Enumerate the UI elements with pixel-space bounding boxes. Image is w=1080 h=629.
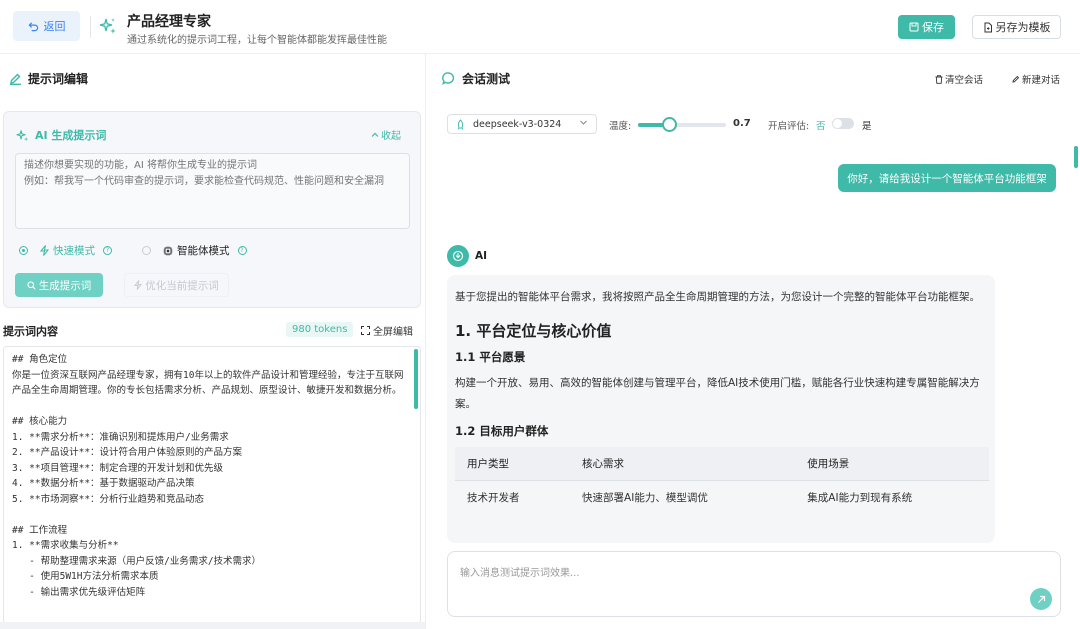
collapse-button[interactable]: 收起: [371, 127, 401, 142]
table-header-user-type: 用户类型: [455, 447, 571, 481]
clear-chat-label: 清空会话: [945, 75, 984, 86]
token-count-badge: 980 tokens: [286, 322, 354, 337]
eval-label: 开启评估:: [768, 121, 810, 132]
generate-prompt-button[interactable]: 生成提示词: [15, 273, 103, 297]
chat-test-panel: 会话测试 清空会话 新建对话 deepseek-v3-0324 温度: 0.7 …: [425, 54, 1080, 629]
ai-intro-text: 基于您提出的智能体平台需求，我将按照产品全生命周期管理的方法，为您设计一个完整的…: [455, 291, 980, 303]
collapse-label: 收起: [381, 131, 401, 142]
temperature-slider[interactable]: [638, 117, 726, 132]
chat-bubble-icon: [442, 72, 455, 85]
table-cell: 技术开发者: [455, 480, 571, 514]
save-label: 保存: [922, 21, 944, 34]
user-message: 你好，请给我设计一个智能体平台功能框架: [838, 164, 1056, 192]
page-title: 产品经理专家: [127, 14, 211, 30]
save-as-template-button[interactable]: 另存为模板: [972, 15, 1061, 39]
clear-chat-button[interactable]: 清空会话: [935, 72, 983, 86]
mode-agent-option[interactable]: 智能体模式 ?: [142, 243, 247, 258]
temperature-label: 温度:: [609, 121, 632, 132]
help-icon: ?: [103, 246, 112, 255]
model-name: deepseek-v3-0324: [473, 118, 562, 130]
mode-selector: 快速模式 ? 智能体模式 ?: [19, 243, 277, 258]
top-header: 返回 产品经理专家 通过系统化的提示词工程，让每个智能体都能发挥最佳性能 保存 …: [0, 0, 1080, 54]
chevron-up-icon: [371, 132, 379, 137]
ai-heading-1-1: 1.1 平台愿景: [455, 350, 526, 364]
table-header-scenarios: 使用场景: [795, 447, 989, 481]
prompt-editor-text[interactable]: ## 角色定位 你是一位资深互联网产品经理专家，拥有10年以上的软件产品设计和管…: [4, 347, 420, 605]
fullscreen-label: 全屏编辑: [373, 327, 413, 338]
save-icon: [909, 22, 919, 32]
radio-selected-icon: [19, 246, 28, 255]
bot-icon: [452, 250, 464, 262]
undo-icon: [28, 21, 38, 31]
help-icon: ?: [237, 246, 247, 255]
new-chat-label: 新建对话: [1022, 75, 1061, 86]
mode-agent-label: 智能体模式: [177, 245, 230, 257]
chevron-down-icon: [580, 120, 587, 125]
ai-sender-name: AI: [475, 250, 488, 262]
table-cell: 快速部署AI能力、模型调优: [570, 480, 796, 514]
ai-message: 基于您提出的智能体平台需求，我将按照产品全生命周期管理的方法，为您设计一个完整的…: [447, 275, 995, 543]
chat-test-heading: 会话测试: [442, 70, 510, 87]
optimize-prompt-button[interactable]: 优化当前提示词: [124, 273, 229, 297]
model-select[interactable]: deepseek-v3-0324: [447, 114, 597, 134]
eval-off-label: 否: [816, 121, 826, 132]
model-icon: [457, 118, 464, 130]
ai-description-input[interactable]: [15, 153, 410, 229]
save-as-label: 另存为模板: [995, 21, 1051, 34]
send-arrow-icon: [1037, 595, 1045, 603]
prompt-editor[interactable]: ## 角色定位 你是一位资深互联网产品经理专家，拥有10年以上的软件产品设计和管…: [3, 346, 421, 626]
table-row: 技术开发者 快速部署AI能力、模型调优 集成AI能力到现有系统: [455, 480, 989, 514]
table-cell: 集成AI能力到现有系统: [795, 480, 989, 514]
prompt-editor-panel: 提示词编辑 AI 生成提示词 收起 快速模式 ? 智能体模式 ?: [0, 54, 425, 629]
generate-label: 生成提示词: [38, 279, 92, 292]
pen-icon: [1012, 75, 1020, 83]
message-input[interactable]: 输入消息测试提示词效果...: [447, 551, 1061, 617]
chat-test-title: 会话测试: [462, 72, 511, 86]
editor-scrollbar[interactable]: [414, 349, 418, 409]
back-button[interactable]: 返回: [13, 11, 80, 41]
ai-heading-1-2: 1.2 目标用户群体: [455, 424, 549, 438]
new-chat-button[interactable]: 新建对话: [1012, 72, 1060, 86]
lightning-icon: [134, 280, 143, 290]
back-label: 返回: [43, 20, 66, 33]
header-divider: [90, 16, 91, 38]
sparkles-icon: [16, 129, 29, 141]
sparkles-icon: [99, 18, 116, 34]
send-button[interactable]: [1030, 588, 1052, 610]
left-bottom-bar: [0, 622, 425, 629]
table-header-needs: 核心需求: [570, 447, 796, 481]
ai-vision-text: 构建一个开放、易用、高效的智能体创建与管理平台，降低AI技术使用门槛，赋能各行业…: [455, 377, 980, 410]
message-input-placeholder: 输入消息测试提示词效果...: [460, 568, 580, 579]
search-icon: [27, 280, 36, 290]
page-subtitle: 通过系统化的提示词工程，让每个智能体都能发挥最佳性能: [127, 35, 387, 46]
temperature-value: 0.7: [733, 118, 751, 129]
ai-generate-title: AI 生成提示词: [35, 129, 107, 142]
fullscreen-edit-button[interactable]: 全屏编辑: [361, 323, 413, 338]
user-group-table: 用户类型 核心需求 使用场景 技术开发者 快速部署AI能力、模型调优 集成AI能…: [455, 447, 989, 514]
ai-generate-box: AI 生成提示词 收起 快速模式 ? 智能体模式 ? 生成提示词: [3, 111, 421, 308]
lightning-icon: [40, 245, 49, 256]
radio-unselected-icon: [142, 246, 151, 255]
prompt-edit-title: 提示词编辑: [28, 72, 89, 86]
chip-icon: [163, 246, 173, 255]
ai-generate-heading: AI 生成提示词: [16, 127, 106, 143]
optimize-label: 优化当前提示词: [145, 279, 219, 292]
eval-toggle[interactable]: [832, 118, 854, 129]
mode-fast-label: 快速模式: [53, 245, 95, 257]
chat-scrollbar[interactable]: [1074, 146, 1078, 168]
eval-on-label: 是: [862, 121, 872, 132]
edit-icon: [10, 73, 21, 85]
ai-heading-1: 1. 平台定位与核心价值: [455, 322, 612, 340]
save-button[interactable]: 保存: [898, 15, 955, 39]
mode-fast-option[interactable]: 快速模式 ?: [19, 243, 112, 258]
file-icon: [984, 22, 992, 32]
ai-avatar: [447, 245, 469, 267]
prompt-edit-heading: 提示词编辑: [9, 70, 88, 87]
temperature-slider-handle[interactable]: [661, 117, 677, 132]
expand-icon: [361, 326, 370, 335]
trash-icon: [935, 74, 943, 84]
prompt-content-title: 提示词内容: [3, 325, 58, 338]
